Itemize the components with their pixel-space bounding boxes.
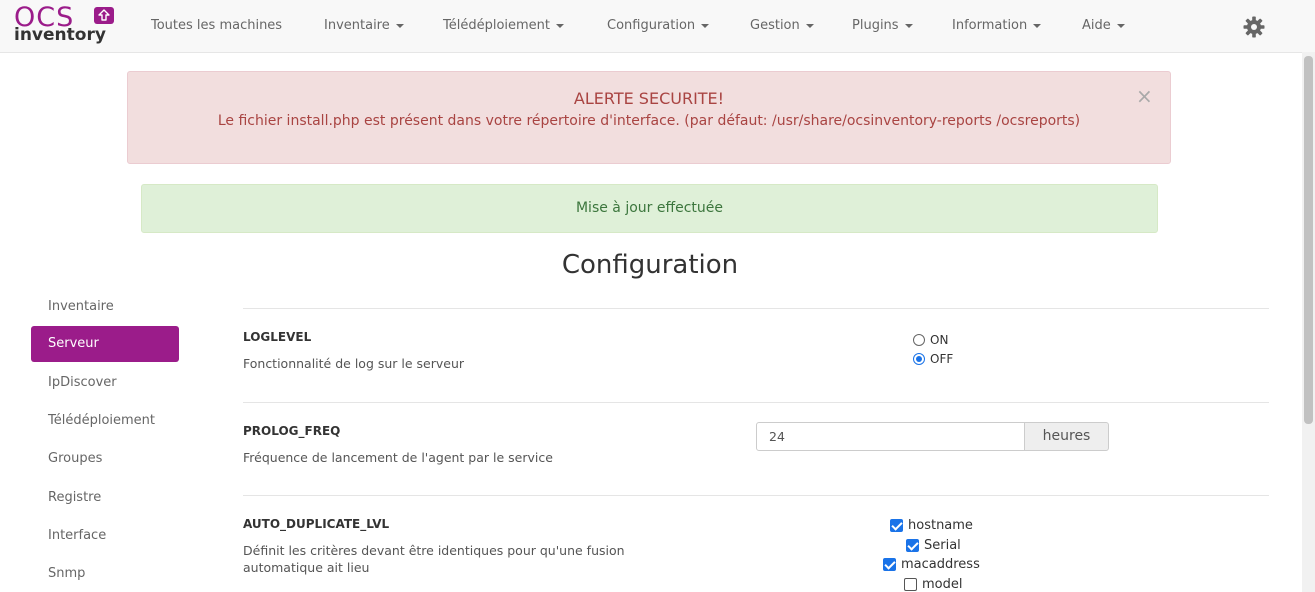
security-alert: ALERTE SECURITE! Le fichier install.php … [127, 71, 1171, 164]
loglevel-on-radio[interactable]: ON [913, 333, 948, 347]
page-title: Configuration [561, 250, 739, 280]
gear-icon[interactable] [1242, 15, 1266, 39]
option-desc-prolog-freq: Fréquence de lancement de l'agent par le… [243, 450, 553, 465]
sidebar-item-interface[interactable]: Interface [48, 528, 106, 543]
ocs-inventory-logo[interactable]: OCS inventory [14, 4, 118, 46]
chevron-down-icon [556, 23, 565, 28]
chevron-down-icon [904, 23, 913, 28]
checkbox-checked-icon [883, 558, 896, 571]
radio-checked-icon [913, 353, 925, 365]
nav-gestion[interactable]: Gestion [750, 18, 814, 33]
option-name-prolog-freq: PROLOG_FREQ [243, 424, 341, 438]
checkbox-model[interactable]: model [904, 577, 962, 592]
divider [243, 495, 1269, 496]
nav-aide[interactable]: Aide [1082, 18, 1125, 33]
security-alert-title: ALERTE SECURITE! [573, 89, 725, 108]
option-name-loglevel: LOGLEVEL [243, 330, 312, 344]
option-desc-loglevel: Fonctionnalité de log sur le serveur [243, 356, 465, 371]
nav-plugins[interactable]: Plugins [852, 18, 913, 33]
sidebar-item-snmp[interactable]: Snmp [48, 566, 85, 581]
page-scrollbar-thumb[interactable] [1304, 56, 1313, 424]
checkbox-macaddress[interactable]: macaddress [883, 557, 980, 572]
success-alert: Mise à jour effectuée [141, 184, 1158, 233]
sidebar-item-ipdiscover[interactable]: IpDiscover [48, 375, 117, 390]
nav-configuration[interactable]: Configuration [607, 18, 710, 33]
chevron-down-icon [805, 23, 814, 28]
security-alert-message: Le fichier install.php est présent dans … [217, 113, 1081, 129]
prolog-freq-unit: heures [1024, 422, 1109, 451]
chevron-down-icon [1033, 23, 1042, 28]
nav-information[interactable]: Information [952, 18, 1042, 33]
sidebar-item-serveur[interactable]: Serveur [31, 326, 179, 362]
nav-all-machines[interactable]: Toutes les machines [151, 18, 282, 33]
option-desc-auto-duplicate: Définit les critères devant être identiq… [243, 543, 625, 575]
chevron-down-icon [701, 23, 710, 28]
sidebar-item-groupes[interactable]: Groupes [48, 451, 102, 466]
divider [243, 402, 1269, 403]
sidebar-item-inventaire[interactable]: Inventaire [48, 299, 114, 314]
nav-teledeploiement[interactable]: Télédéploiement [443, 18, 565, 33]
chevron-down-icon [395, 23, 404, 28]
prolog-freq-input[interactable] [756, 422, 1025, 451]
logo-inventory-text: inventory [14, 25, 106, 45]
close-icon[interactable]: × [1136, 86, 1153, 106]
checkbox-hostname[interactable]: hostname [890, 518, 973, 533]
loglevel-off-radio[interactable]: OFF [913, 352, 953, 366]
top-navbar: OCS inventory Toutes les machines Invent… [0, 0, 1315, 53]
sidebar-item-registre[interactable]: Registre [48, 490, 101, 505]
checkbox-serial[interactable]: Serial [906, 538, 961, 553]
sidebar-item-teledeploiement[interactable]: Télédéploiement [48, 413, 155, 428]
checkbox-unchecked-icon [904, 578, 917, 591]
logo-upload-icon [94, 7, 114, 24]
checkbox-checked-icon [890, 519, 903, 532]
radio-unchecked-icon [913, 334, 925, 346]
chevron-down-icon [1116, 23, 1125, 28]
prolog-freq-input-group: heures [756, 422, 1109, 451]
nav-inventaire[interactable]: Inventaire [324, 18, 404, 33]
option-name-auto-duplicate: AUTO_DUPLICATE_LVL [243, 517, 390, 531]
divider [243, 308, 1269, 309]
checkbox-checked-icon [906, 539, 919, 552]
